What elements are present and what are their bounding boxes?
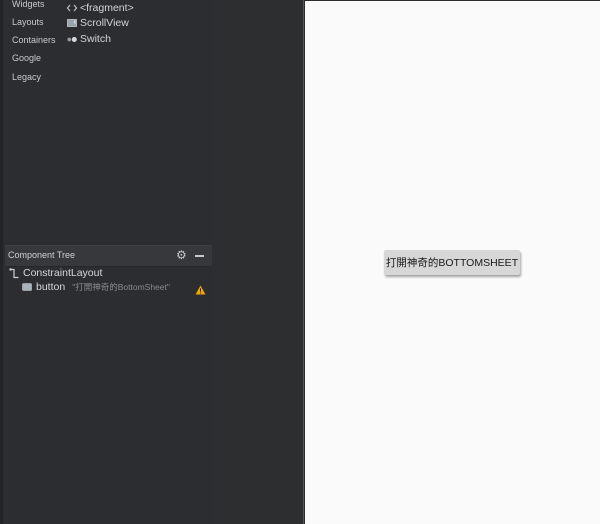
palette-category-layouts[interactable]: Layouts	[12, 17, 44, 27]
palette-item-scrollview[interactable]: ScrollView	[67, 17, 129, 29]
palette-category-widgets[interactable]: Widgets	[12, 0, 45, 9]
component-tree-header: Component Tree ⚙	[5, 245, 212, 267]
tree-item-constraint-layout[interactable]: ConstraintLayout	[9, 267, 102, 279]
palette-category-containers[interactable]: Containers	[12, 35, 56, 45]
switch-icon	[67, 36, 77, 43]
palette-item-fragment[interactable]: <fragment>	[67, 2, 134, 14]
constraint-layout-icon	[9, 267, 20, 279]
warning-icon[interactable]	[195, 282, 206, 300]
preview-open-bottomsheet-button[interactable]: 打開神奇的BOTTOMSHEET	[384, 250, 520, 275]
tree-item-button[interactable]: button "打開神奇的BottomSheet"	[22, 281, 170, 293]
palette-item-label: ScrollView	[80, 17, 129, 29]
palette-item-label: Switch	[80, 33, 111, 45]
tree-item-text: "打開神奇的BottomSheet"	[72, 282, 170, 292]
palette-item-switch[interactable]: Switch	[67, 33, 111, 45]
component-tree-title: Component Tree	[8, 250, 76, 260]
palette-item-label: <fragment>	[80, 2, 134, 14]
button-icon	[22, 283, 32, 291]
palette-category-legacy[interactable]: Legacy	[12, 72, 41, 82]
tree-item-label: ConstraintLayout	[23, 267, 103, 279]
minimize-icon[interactable]	[195, 255, 204, 257]
panel-divider[interactable]	[303, 0, 304, 524]
gear-icon[interactable]: ⚙	[176, 248, 187, 262]
palette-category-google[interactable]: Google	[12, 53, 41, 63]
scrollview-icon	[67, 19, 77, 27]
panel-gap	[212, 0, 304, 524]
tree-item-label: button	[36, 281, 66, 293]
fragment-icon	[67, 4, 77, 12]
left-edge	[0, 0, 3, 524]
